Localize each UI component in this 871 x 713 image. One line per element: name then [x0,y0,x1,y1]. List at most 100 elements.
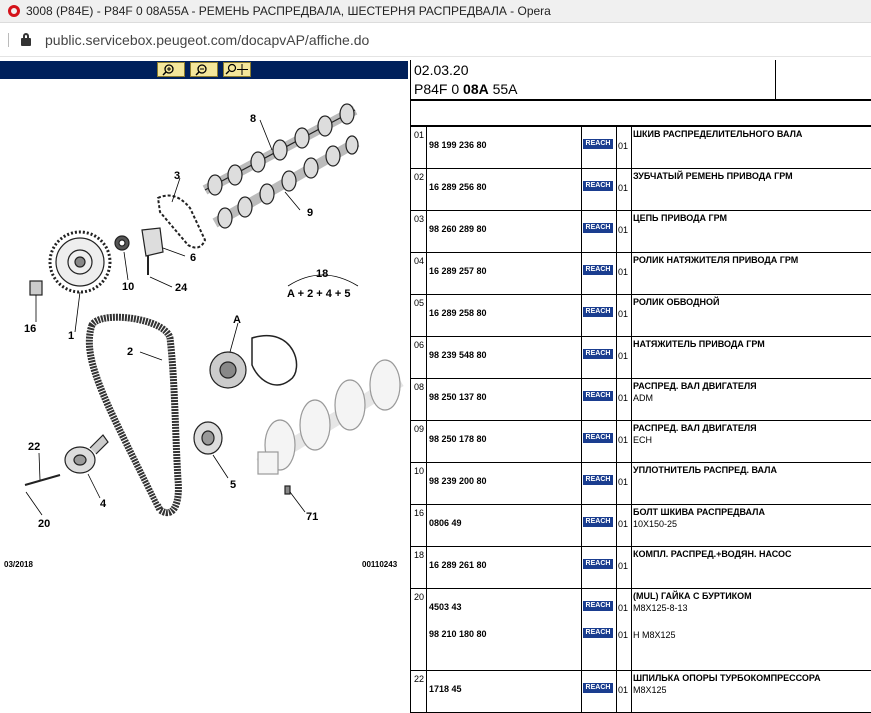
column-divider [426,547,427,588]
column-divider [631,547,632,588]
part-number-cell: 05 [414,298,425,308]
reach-badge[interactable]: REACH [583,349,613,359]
lock-icon[interactable] [21,33,31,46]
column-divider [616,463,617,504]
zoom-in-button[interactable] [157,62,185,77]
table-row[interactable]: 04 16 289 257 80 REACH 01 РОЛИК НАТЯЖИТЕЛЯ П… [411,253,871,295]
reach-badge[interactable]: REACH [583,307,613,317]
quantity-cell: 01 [618,309,629,319]
table-row[interactable]: 02 16 289 256 80 REACH 01 ЗУБЧАТЫЙ РЕМЕНЬ ПР… [411,169,871,211]
column-divider [616,211,617,252]
part-description: РАСПРЕД. ВАЛ ДВИГАТЕЛЯ [633,381,757,391]
quantity-cell: 01 [618,685,629,695]
column-divider [581,589,582,670]
callout-a: A [233,314,241,326]
table-row[interactable]: 03 98 260 289 80 REACH 01 ЦЕПЬ ПРИВОДА ГРМ [411,211,871,253]
reach-badge[interactable]: REACH [583,391,613,401]
reach-badge[interactable]: REACH [583,181,613,191]
part-number-cell: 16 [414,508,425,518]
table-row[interactable]: 20 4503 43 REACH 01 (MUL) ГАЙКА С БУРТИКОМ M8… [411,589,871,671]
reach-badge[interactable]: REACH [583,628,613,638]
reach-badge[interactable]: REACH [583,601,613,611]
callout-2: 2 [127,346,133,358]
column-divider [426,253,427,294]
column-divider [631,211,632,252]
part-spec: H M8X125 [633,630,676,640]
reach-badge[interactable]: REACH [583,475,613,485]
diagram-date: 03/2018 [4,560,33,569]
column-divider [581,463,582,504]
callout-24: 24 [175,282,188,294]
part-reference-link[interactable]: 98 210 180 80 [429,629,487,639]
part-number-cell: 01 [414,130,425,140]
callout-3: 3 [174,170,180,182]
table-row[interactable]: 06 98 239 548 80 REACH 01 НАТЯЖИТЕЛЬ ПРИВОДА… [411,337,871,379]
part-description: НАТЯЖИТЕЛЬ ПРИВОДА ГРМ [633,339,765,349]
tensioner-roller-drawing [64,434,109,474]
column-divider [426,127,427,168]
column-divider [426,463,427,504]
column-divider [426,379,427,420]
url-text[interactable]: public.servicebox.peugeot.com/docapvAP/a… [45,32,369,48]
part-description: УПЛОТНИТЕЛЬ РАСПРЕД. ВАЛА [633,465,777,475]
part-reference-link[interactable]: 16 289 257 80 [429,266,487,276]
reach-badge[interactable]: REACH [583,517,613,527]
part-description: КОМПЛ. РАСПРЕД.+ВОДЯН. НАСОС [633,549,792,559]
column-divider [426,295,427,336]
column-divider [616,169,617,210]
reach-badge[interactable]: REACH [583,223,613,233]
callout-1: 1 [68,330,74,342]
column-divider [426,337,427,378]
address-bar-divider [8,32,9,47]
column-divider [581,211,582,252]
table-row[interactable]: 05 16 289 258 80 REACH 01 РОЛИК ОБВОДНОЙ [411,295,871,337]
zoom-fit-button[interactable] [223,62,251,77]
table-row[interactable]: 22 1718 45 REACH 01 ШПИЛЬКА ОПОРЫ ТУРБОКОМПР… [411,671,871,713]
part-spec: M8X125-8-13 [633,603,688,613]
part-reference-link[interactable]: 98 239 548 80 [429,350,487,360]
water-pump-drawing [209,335,298,389]
address-bar[interactable]: public.servicebox.peugeot.com/docapvAP/a… [0,23,871,57]
reach-badge[interactable]: REACH [583,559,613,569]
reach-badge[interactable]: REACH [583,683,613,693]
reach-badge[interactable]: REACH [583,433,613,443]
part-reference-link[interactable]: 98 260 289 80 [429,224,487,234]
parts-panel: 02.03.20 P84F 0 08A 55A 01 98 199 236 80 R… [410,60,871,713]
part-reference-link[interactable]: 16 289 258 80 [429,308,487,318]
part-reference-link[interactable]: 98 250 178 80 [429,434,487,444]
part-reference-link[interactable]: 0806 49 [429,518,462,528]
part-number-cell: 22 [414,674,425,684]
table-row[interactable]: 18 16 289 261 80 REACH 01 КОМПЛ. РАСПРЕД.+ВО… [411,547,871,589]
table-row[interactable]: 08 98 250 137 80 REACH 01 РАСПРЕД. ВАЛ ДВИГА… [411,379,871,421]
part-reference-link[interactable]: 98 199 236 80 [429,140,487,150]
callout-8: 8 [250,113,256,125]
zoom-out-button[interactable] [190,62,218,77]
table-row[interactable]: 01 98 199 236 80 REACH 01 ШКИВ РАСПРЕДЕЛИТЕЛ… [411,127,871,169]
quantity-cell: 01 [618,141,629,151]
part-reference-link[interactable]: 4503 43 [429,602,462,612]
part-reference-link[interactable]: 98 250 137 80 [429,392,487,402]
timing-chain-drawing [156,194,207,249]
table-row[interactable]: 09 98 250 178 80 REACH 01 РАСПРЕД. ВАЛ ДВИГА… [411,421,871,463]
part-number-cell: 04 [414,256,425,266]
quantity-cell: 01 [618,519,629,529]
opera-logo-icon [8,5,20,17]
table-row[interactable]: 10 98 239 200 80 REACH 01 УПЛОТНИТЕЛЬ РАСПРЕ… [411,463,871,505]
part-reference-link[interactable]: 16 289 261 80 [429,560,487,570]
exploded-parts-diagram: 8 3 9 6 10 24 18 A + 2 + 4 + 5 16 1 A 2 … [4,103,404,569]
quantity-cell: 01 [618,183,629,193]
column-divider [581,379,582,420]
quantity-cell: 01 [618,393,629,403]
idler-roller-drawing [193,421,223,455]
quantity-cell: 01 [618,477,629,487]
callout-18-formula: A + 2 + 4 + 5 [287,288,351,300]
part-description: БОЛТ ШКИВА РАСПРЕДВАЛА [633,507,765,517]
part-reference-link[interactable]: 98 239 200 80 [429,476,487,486]
column-divider [581,169,582,210]
reach-badge[interactable]: REACH [583,139,613,149]
part-reference-link[interactable]: 16 289 256 80 [429,182,487,192]
table-row[interactable]: 16 0806 49 REACH 01 БОЛТ ШКИВА РАСПРЕДВАЛА 10… [411,505,871,547]
reach-badge[interactable]: REACH [583,265,613,275]
window-title-bar: 3008 (P84E) - P84F 0 08A55A - РЕМЕНЬ РАС… [0,0,871,23]
part-reference-link[interactable]: 1718 45 [429,684,462,694]
